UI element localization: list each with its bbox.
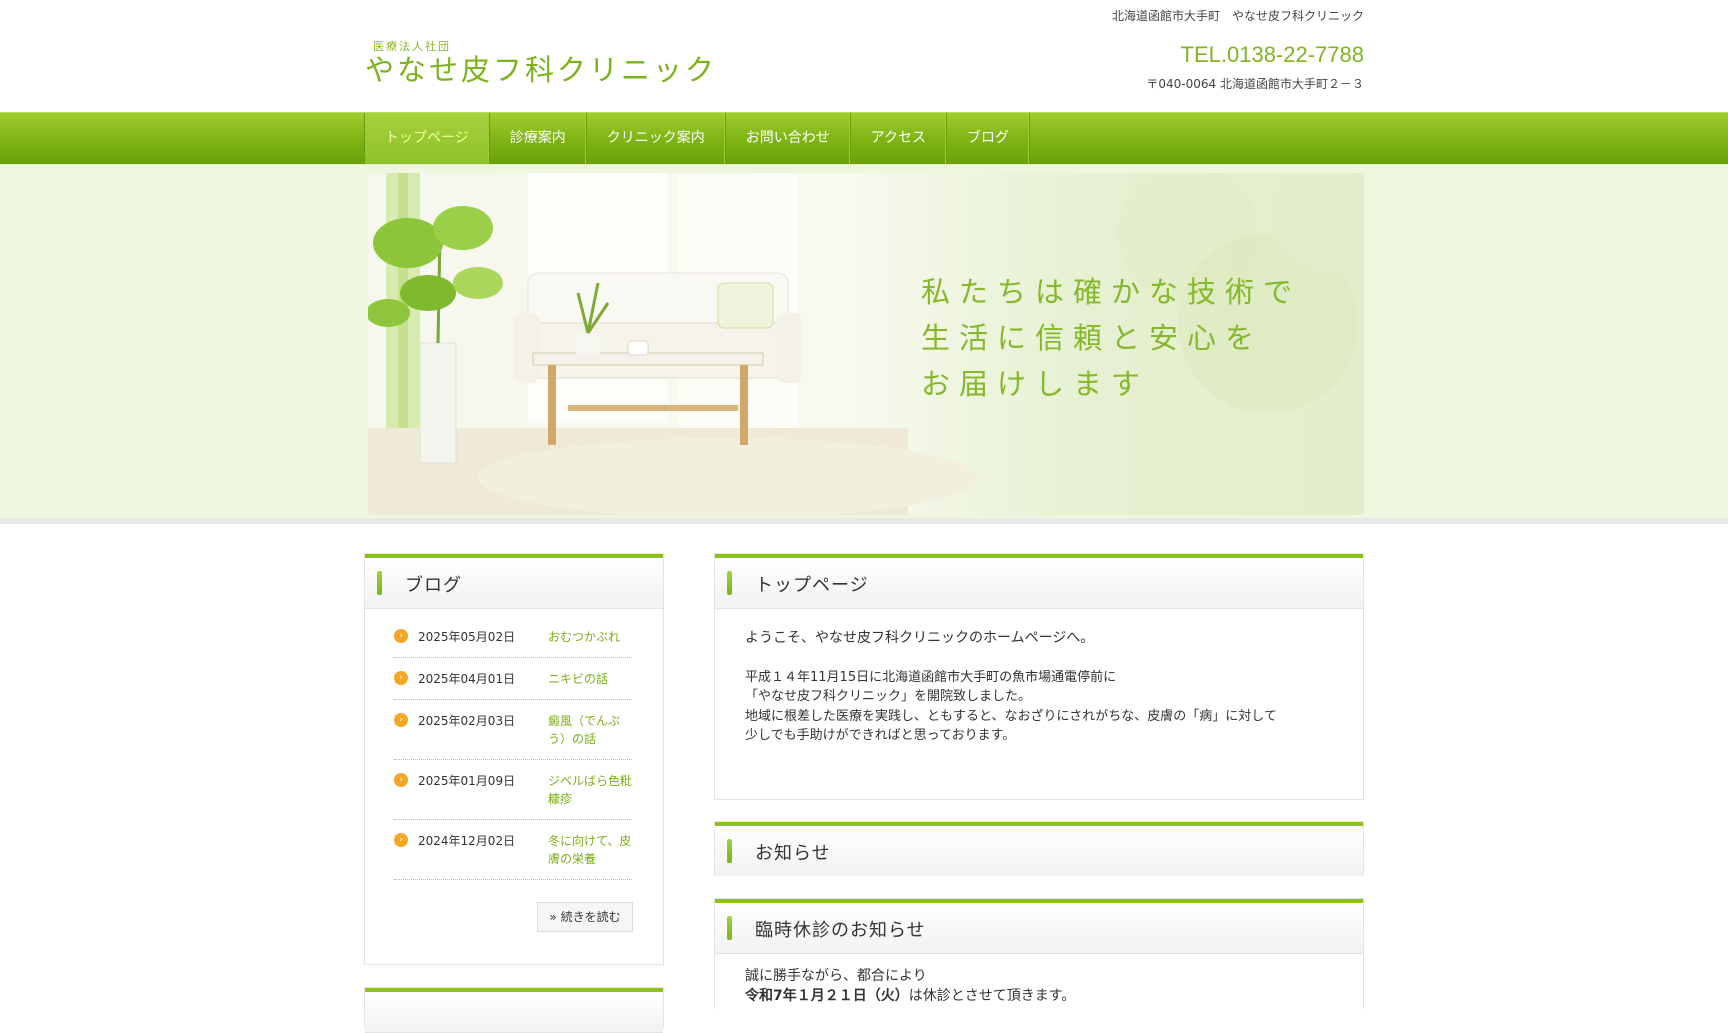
post-date: 2024年12月02日: [418, 834, 516, 848]
news-header: お知らせ: [715, 822, 1363, 876]
read-more-button[interactable]: » 続きを読む: [537, 902, 633, 932]
list-item: › 2025年02月03日 癜風（でんぷう）の話: [394, 700, 632, 760]
arrow-bullet-icon: ›: [394, 833, 408, 847]
list-item: › 2025年04月01日 ニキビの話: [394, 658, 632, 700]
top-page-section: トップページ ようこそ、やなせ皮フ科クリニックのホームページへ。 平成１４年11…: [714, 553, 1364, 800]
nav-item-blog[interactable]: ブログ: [947, 113, 1031, 164]
closure-date: 令和7年１月２１日（火）: [745, 987, 909, 1004]
nav-item-clinic[interactable]: クリニック案内: [587, 113, 726, 164]
post-date: 2025年01月09日: [418, 774, 516, 788]
arrow-bullet-icon: ›: [394, 713, 408, 727]
closure-notice-body: 誠に勝手ながら、都合により 令和7年１月２１日（火）は休診とさせて頂きます。: [745, 967, 1075, 1006]
hero-line-2: 生活に信頼と安心を: [921, 321, 1264, 355]
nav-item-treatment[interactable]: 診療案内: [490, 113, 587, 164]
logo[interactable]: 医療法人社団 やなせ皮フ科クリニック: [365, 38, 717, 86]
list-item: › 2025年01月09日 ジベルばら色粃糠疹: [394, 760, 632, 820]
hero-tagline: 私たちは確かな技術で 生活に信頼と安心を お届けします: [921, 269, 1301, 407]
post-title-link[interactable]: ジベルばら色粃糠疹: [548, 772, 632, 808]
post-date: 2025年05月02日: [418, 630, 516, 644]
hero-image: 私たちは確かな技術で 生活に信頼と安心を お届けします: [368, 173, 1364, 515]
arrow-bullet-icon: ›: [394, 773, 408, 787]
arrow-bullet-icon: ›: [394, 671, 408, 685]
closure-line-1: 誠に勝手ながら、都合により: [745, 968, 927, 984]
post-title-link[interactable]: 癜風（でんぷう）の話: [548, 712, 632, 748]
main-navigation: トップページ 診療案内 クリニック案内 お問い合わせ アクセス ブログ: [0, 112, 1728, 166]
post-date: 2025年02月03日: [418, 714, 516, 728]
closure-rest: は休診とさせて頂きます。: [908, 987, 1076, 1004]
post-title-link[interactable]: おむつかぶれ: [548, 628, 632, 646]
heading-accent-bar: [727, 571, 732, 595]
closure-notice-header: 臨時休診のお知らせ: [715, 899, 1363, 954]
list-item: › 2025年05月02日 おむつかぶれ: [394, 616, 632, 658]
blog-sidebar: ブログ › 2025年05月02日 おむつかぶれ › 2025年04月01日 ニ…: [364, 553, 664, 965]
intro-line-4: 少しでも手助けができればと思っております。: [745, 728, 1016, 743]
welcome-text: ようこそ、やなせ皮フ科クリニックのホームページへ。: [745, 630, 1095, 646]
heading-accent-bar: [727, 916, 732, 940]
intro-line-3: 地域に根差した医療を実践し、ともすると、なおざりにされがちな、皮膚の「病」に対し…: [745, 708, 1277, 724]
hero-line-1: 私たちは確かな技術で: [921, 275, 1302, 309]
hero-line-3: お届けします: [921, 367, 1150, 401]
blog-sidebar-header: ブログ: [365, 554, 663, 609]
intro-line-1: 平成１４年11月15日に北海道函館市大手町の魚市場通電停前に: [745, 669, 1117, 685]
post-title-link[interactable]: ニキビの話: [548, 670, 632, 688]
logo-title: やなせ皮フ科クリニック: [365, 53, 718, 87]
closure-notice-section: 臨時休診のお知らせ 誠に勝手ながら、都合により 令和7年１月２１日（火）は休診と…: [714, 898, 1364, 1009]
top-page-header: トップページ: [715, 554, 1363, 609]
nav-item-contact[interactable]: お問い合わせ: [726, 113, 851, 164]
arrow-bullet-icon: ›: [394, 629, 408, 643]
sidebar-box-2: [364, 987, 664, 1033]
list-item: › 2024年12月02日 冬に向けて、皮膚の栄養: [394, 820, 632, 880]
blog-post-list: › 2025年05月02日 おむつかぶれ › 2025年04月01日 ニキビの話…: [394, 616, 632, 880]
top-page-title: トップページ: [755, 575, 869, 596]
post-title-link[interactable]: 冬に向けて、皮膚の栄養: [548, 832, 632, 868]
logo-subtitle: 医療法人社団: [373, 40, 451, 53]
blog-sidebar-title: ブログ: [405, 575, 462, 596]
closure-notice-title: 臨時休診のお知らせ: [755, 920, 926, 941]
postal-address: 〒040-0064 北海道函館市大手町２－３: [1146, 77, 1364, 91]
top-address: 北海道函館市大手町 やなせ皮フ科クリニック: [1111, 9, 1364, 23]
heading-accent-bar: [727, 839, 732, 863]
top-page-body: ようこそ、やなせ皮フ科クリニックのホームページへ。 平成１４年11月15日に北海…: [745, 629, 1277, 746]
news-title: お知らせ: [755, 843, 831, 864]
heading-accent-bar: [377, 571, 382, 595]
closure-line-2: 令和7年１月２１日（火）は休診とさせて頂きます。: [745, 987, 1075, 1007]
news-section: お知らせ: [714, 821, 1364, 876]
phone-number: TEL.0138-22-7788: [1180, 42, 1364, 67]
nav-item-top[interactable]: トップページ: [365, 113, 490, 164]
intro-line-2: 「やなせ皮フ科クリニック」を開院致しました。: [745, 689, 1032, 704]
sidebar-box-2-header: [365, 988, 663, 1033]
post-date: 2025年04月01日: [418, 672, 516, 686]
nav-item-access[interactable]: アクセス: [851, 113, 948, 164]
